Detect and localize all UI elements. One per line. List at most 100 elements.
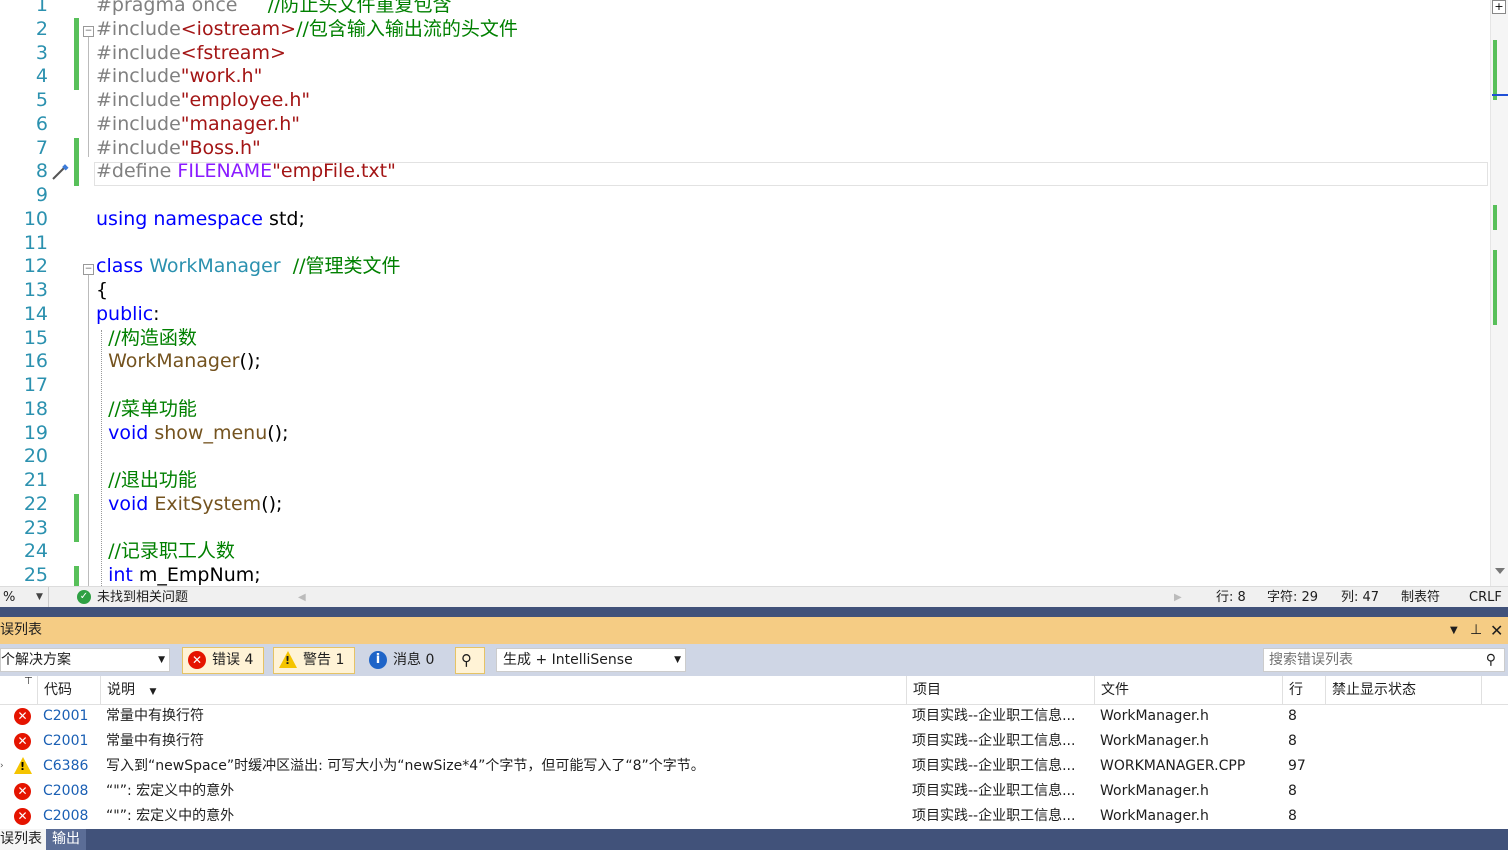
code-line[interactable]: 14 public: xyxy=(0,302,1490,326)
column-severity[interactable]: ⊤ xyxy=(0,676,37,704)
code-line[interactable]: 6 #include"manager.h" xyxy=(0,112,1490,136)
code-line[interactable]: 22 void ExitSystem(); xyxy=(0,492,1490,516)
code-line[interactable]: 5 #include"employee.h" xyxy=(0,88,1490,112)
code-line[interactable]: 3 #include<fstream> xyxy=(0,41,1490,65)
column-filler xyxy=(1481,676,1508,704)
line-number: 3 xyxy=(35,41,48,64)
cursor-char[interactable]: 字符: 29 xyxy=(1267,587,1318,608)
error-list-title: 误列表 xyxy=(0,622,42,638)
line-number: 9 xyxy=(35,184,48,206)
code-line[interactable]: 20 xyxy=(0,444,1490,468)
fold-region-line xyxy=(88,275,89,586)
tab-output[interactable]: 输出 xyxy=(46,829,86,850)
code-line[interactable]: 15 //构造函数 xyxy=(0,326,1490,350)
column-description[interactable]: 说明 ▼ xyxy=(100,676,906,704)
code-line[interactable]: 8 #define FILENAME"empFile.txt" xyxy=(0,159,1490,183)
quick-action-brush-icon[interactable] xyxy=(50,164,70,182)
editor-status-bar: % ▼ ✓ 未找到相关问题 ◀ ▶ 行: 8 字符: 29 列: 47 制表符 … xyxy=(0,586,1508,608)
code-token: { xyxy=(96,279,109,301)
error-row[interactable]: ! › C6386 写入到“newSpace”时缓冲区溢出: 可写大小为“newSiz… xyxy=(0,754,1508,779)
error-row[interactable]: ✕ C2008 “"”: 宏定义中的意外 项目实践--企业职工信息... WorkMan… xyxy=(0,804,1508,829)
code-line[interactable]: 12 class WorkManager //管理类文件 xyxy=(0,254,1490,278)
line-number: 19 xyxy=(23,421,48,444)
line-number: 13 xyxy=(23,279,48,301)
scroll-left-icon[interactable]: ◀ xyxy=(298,587,306,608)
issues-status[interactable]: 未找到相关问题 xyxy=(97,587,188,608)
cursor-line[interactable]: 行: 8 xyxy=(1216,587,1246,608)
split-plus-icon[interactable]: + xyxy=(1492,0,1506,14)
error-row[interactable]: ✕ C2001 常量中有换行符 项目实践--企业职工信息... WorkManager.… xyxy=(0,704,1508,729)
column-description-label: 说明 xyxy=(107,682,135,698)
code-token: //记录职工人数 xyxy=(108,540,235,563)
window-menu-icon[interactable]: ▼ xyxy=(1450,617,1458,644)
code-editor[interactable]: 1 #pragma once //防止头文件重复包含 2 #include<iostr… xyxy=(0,0,1508,586)
close-icon[interactable]: ✕ xyxy=(1490,617,1503,644)
code-text: //构造函数 xyxy=(96,326,197,350)
column-code[interactable]: 代码 xyxy=(37,676,100,704)
code-line[interactable]: 7 #include"Boss.h" xyxy=(0,136,1490,160)
error-code[interactable]: C2008 xyxy=(43,804,103,829)
code-token: #include xyxy=(96,65,181,88)
error-description: 常量中有换行符 xyxy=(106,733,204,749)
warnings-filter-button[interactable]: ! 警告 1 xyxy=(273,647,355,674)
error-file: WorkManager.h xyxy=(1100,808,1209,824)
code-text: WorkManager(); xyxy=(96,349,261,373)
scroll-right-icon[interactable]: ▶ xyxy=(1174,587,1182,608)
column-line[interactable]: 行 xyxy=(1282,676,1325,704)
code-line[interactable]: 16 WorkManager(); xyxy=(0,349,1490,373)
indent-mode[interactable]: 制表符 xyxy=(1401,587,1440,608)
fold-toggle-icon[interactable]: − xyxy=(83,26,94,37)
panel-splitter[interactable] xyxy=(0,607,1508,617)
code-token: ExitSystem xyxy=(154,492,262,515)
zoom-dropdown-icon[interactable]: ▼ xyxy=(36,587,43,608)
zoom-level[interactable]: % xyxy=(3,587,15,608)
source-dropdown[interactable]: 生成 + IntelliSense ▼ xyxy=(496,648,686,672)
line-number: 1 xyxy=(35,0,48,16)
code-text: #include<iostream>//包含输入输出流的头文件 xyxy=(96,17,518,41)
error-line: 8 xyxy=(1288,783,1297,799)
search-icon: ⚲ xyxy=(1485,652,1496,668)
filter-toggle-button[interactable]: ⚲ xyxy=(455,647,485,674)
code-line[interactable]: 2 #include<iostream>//包含输入输出流的头文件 xyxy=(0,17,1490,41)
pin-icon[interactable]: ⊥ xyxy=(1470,617,1482,644)
chevron-down-icon: ▼ xyxy=(158,655,165,665)
code-line[interactable]: 11 xyxy=(0,231,1490,255)
code-line[interactable]: 1 #pragma once //防止头文件重复包含 xyxy=(0,0,1490,17)
column-project[interactable]: 项目 xyxy=(906,676,1094,704)
code-text: #pragma once //防止头文件重复包含 xyxy=(96,0,452,17)
error-code[interactable]: C2001 xyxy=(43,729,103,754)
error-search-box[interactable]: 搜索错误列表 ⚲ xyxy=(1263,648,1505,672)
vertical-scrollbar[interactable] xyxy=(1490,0,1508,586)
errors-filter-button[interactable]: ✕ 错误 4 xyxy=(182,647,264,674)
code-line[interactable]: 17 xyxy=(0,373,1490,397)
error-code[interactable]: C2008 xyxy=(43,779,103,804)
code-line[interactable]: 21 //退出功能 xyxy=(0,468,1490,492)
scroll-down-icon[interactable] xyxy=(1495,568,1505,574)
indent-guide xyxy=(101,330,102,586)
error-code[interactable]: C6386 xyxy=(43,754,103,779)
code-line[interactable]: 24 //记录职工人数 xyxy=(0,539,1490,563)
code-line[interactable]: 9 xyxy=(0,183,1490,207)
error-icon: ✕ xyxy=(14,708,31,725)
error-row[interactable]: ✕ C2008 “"”: 宏定义中的意外 项目实践--企业职工信息... WorkMan… xyxy=(0,779,1508,804)
code-line[interactable]: 23 xyxy=(0,516,1490,540)
error-row[interactable]: ✕ C2001 常量中有换行符 项目实践--企业职工信息... WorkManager.… xyxy=(0,729,1508,754)
expand-icon[interactable]: › xyxy=(0,754,4,779)
tab-error-list[interactable]: 误列表 xyxy=(0,829,48,850)
code-line[interactable]: 18 //菜单功能 xyxy=(0,397,1490,421)
code-line[interactable]: 25 int m_EmpNum; xyxy=(0,563,1490,586)
code-line[interactable]: 19 void show_menu(); xyxy=(0,421,1490,445)
error-code[interactable]: C2001 xyxy=(43,704,103,729)
cursor-col[interactable]: 列: 47 xyxy=(1341,587,1379,608)
column-suppression[interactable]: 禁止显示状态 xyxy=(1325,676,1481,704)
code-line[interactable]: 10 using namespace std; xyxy=(0,207,1490,231)
fold-toggle-icon[interactable]: − xyxy=(83,264,94,275)
code-line[interactable]: 13 { xyxy=(0,278,1490,302)
column-file[interactable]: 文件 xyxy=(1094,676,1282,704)
code-token: "Boss.h" xyxy=(180,136,261,159)
messages-filter-button[interactable]: i 消息 0 xyxy=(363,647,445,674)
line-ending[interactable]: CRLF xyxy=(1469,587,1502,608)
code-line[interactable]: 4 #include"work.h" xyxy=(0,64,1490,88)
